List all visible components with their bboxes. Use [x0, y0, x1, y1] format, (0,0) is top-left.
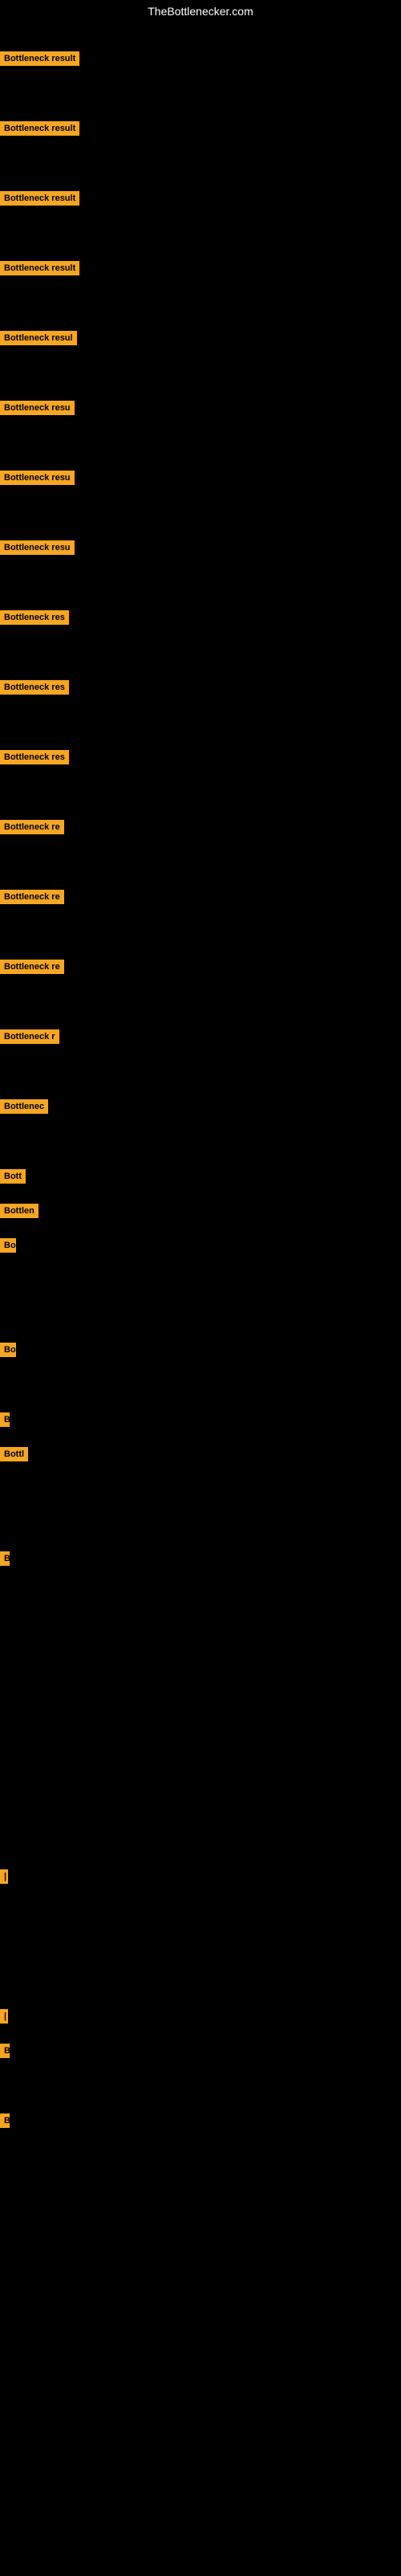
bottleneck-badge-27[interactable]: B	[0, 2113, 10, 2128]
bottleneck-badge-15[interactable]: Bottleneck r	[0, 1029, 59, 1044]
bottleneck-badge-4[interactable]: Bottleneck result	[0, 261, 79, 275]
bottleneck-badge-26[interactable]: B	[0, 2044, 10, 2058]
bottleneck-badge-1[interactable]: Bottleneck result	[0, 51, 79, 66]
bottleneck-badge-25[interactable]: |	[0, 2009, 8, 2024]
bottleneck-badge-12[interactable]: Bottleneck re	[0, 820, 64, 834]
bottleneck-badge-17[interactable]: Bott	[0, 1169, 26, 1184]
bottleneck-badge-24[interactable]: |	[0, 1869, 8, 1884]
bottleneck-badge-14[interactable]: Bottleneck re	[0, 960, 64, 974]
bottleneck-badge-5[interactable]: Bottleneck resul	[0, 331, 77, 345]
bottleneck-badge-11[interactable]: Bottleneck res	[0, 750, 69, 764]
bottleneck-badge-8[interactable]: Bottleneck resu	[0, 540, 75, 555]
bottleneck-badge-23[interactable]: B	[0, 1551, 10, 1566]
site-title: TheBottlenecker.com	[0, 0, 401, 22]
bottleneck-badge-16[interactable]: Bottlenec	[0, 1099, 48, 1114]
bottleneck-badge-19[interactable]: Bo	[0, 1238, 16, 1253]
bottleneck-badge-6[interactable]: Bottleneck resu	[0, 401, 75, 415]
bottleneck-badge-7[interactable]: Bottleneck resu	[0, 471, 75, 485]
bottleneck-badge-18[interactable]: Bottlen	[0, 1204, 38, 1218]
bottleneck-badge-3[interactable]: Bottleneck result	[0, 191, 79, 206]
bottleneck-badge-20[interactable]: Bo	[0, 1343, 16, 1357]
bottleneck-badge-13[interactable]: Bottleneck re	[0, 890, 64, 904]
bottleneck-badge-2[interactable]: Bottleneck result	[0, 121, 79, 136]
bottleneck-badge-9[interactable]: Bottleneck res	[0, 610, 69, 625]
bottleneck-badge-22[interactable]: Bottl	[0, 1447, 28, 1461]
bottleneck-badge-21[interactable]: B	[0, 1412, 10, 1427]
bottleneck-badge-10[interactable]: Bottleneck res	[0, 680, 69, 695]
